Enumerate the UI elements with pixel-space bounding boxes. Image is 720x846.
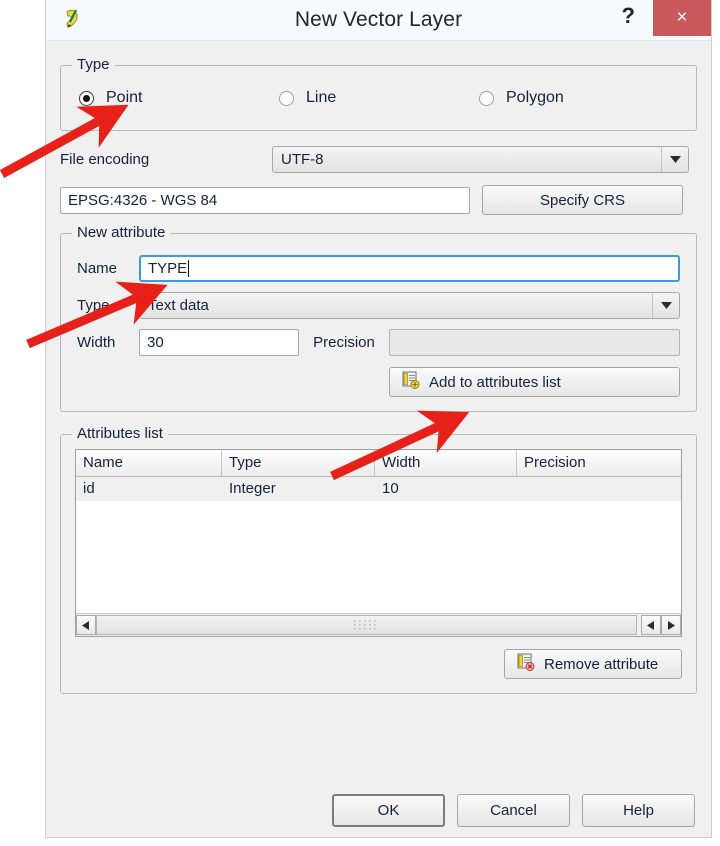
file-encoding-value: UTF-8 [281, 151, 324, 168]
title-bar: New Vector Layer ? × [46, 0, 711, 41]
specify-crs-label: Specify CRS [539, 191, 626, 209]
titlebar-help-button[interactable]: ? [622, 3, 635, 29]
remove-attribute-button[interactable]: Remove attribute [504, 649, 682, 679]
radio-line-label: Line [306, 89, 337, 106]
radio-point[interactable]: Point [79, 89, 279, 107]
attribute-precision-label: Precision [313, 334, 375, 351]
close-button[interactable]: × [653, 0, 711, 36]
dialog-footer: OK Cancel Help [46, 794, 711, 827]
remove-attribute-icon [517, 653, 535, 675]
column-header-name[interactable]: Name [76, 450, 222, 476]
type-group-legend: Type [72, 56, 115, 73]
radio-polygon[interactable]: Polygon [479, 89, 564, 107]
horizontal-scrollbar[interactable] [76, 613, 681, 636]
radio-line-indicator[interactable] [279, 90, 294, 106]
type-radio-row: Point Line Polygon [61, 66, 696, 130]
column-header-width[interactable]: Width [375, 450, 517, 476]
window-title: New Vector Layer [294, 8, 463, 31]
attribute-width-row: Width 30 Precision [77, 329, 680, 356]
attribute-name-row: Name TYPE [77, 255, 680, 282]
attribute-type-value: Text data [148, 297, 209, 314]
attribute-name-input[interactable]: TYPE [139, 255, 680, 282]
cancel-button-label: Cancel [490, 802, 537, 819]
add-attribute-icon [402, 371, 420, 393]
cell-precision [517, 477, 681, 501]
attribute-precision-input [389, 329, 680, 356]
attributes-list-groupbox: Attributes list Name Type Width Precisio… [60, 425, 697, 694]
radio-point-indicator[interactable] [79, 90, 94, 106]
table-header-row: Name Type Width Precision [76, 450, 681, 477]
scroll-left-arrow-icon[interactable] [76, 615, 96, 635]
grip-dots-icon [353, 620, 376, 630]
cell-width: 10 [382, 480, 399, 497]
file-encoding-label: File encoding [60, 151, 150, 168]
attribute-width-label: Width [77, 334, 116, 351]
crs-row: EPSG:4326 - WGS 84 Specify CRS [60, 185, 697, 215]
add-to-attributes-list-button[interactable]: Add to attributes list [389, 367, 680, 397]
attribute-width-value: 30 [147, 334, 164, 351]
attribute-name-value: TYPE [148, 260, 188, 277]
attribute-name-label: Name [77, 260, 118, 277]
remove-attribute-label: Remove attribute [544, 655, 659, 673]
radio-point-label: Point [106, 89, 143, 106]
attribute-type-combo[interactable]: Text data [139, 292, 680, 319]
text-caret [188, 260, 190, 277]
scroll-right-arrow-icon[interactable] [661, 615, 681, 635]
cell-name: id [83, 480, 95, 497]
specify-crs-button[interactable]: Specify CRS [482, 185, 683, 215]
crs-value: EPSG:4326 - WGS 84 [68, 191, 218, 209]
attribute-type-row: Type Text data [77, 292, 680, 319]
radio-polygon-label: Polygon [506, 89, 564, 106]
chevron-down-icon[interactable] [661, 147, 688, 172]
new-vector-layer-dialog: New Vector Layer ? × Type Point Line Pol… [45, 0, 712, 838]
cancel-button[interactable]: Cancel [457, 794, 570, 827]
dialog-body: Type Point Line Polygon File encoding UT… [46, 41, 711, 694]
help-button[interactable]: Help [582, 794, 695, 827]
scroll-step-left-arrow-icon[interactable] [641, 615, 661, 635]
remove-attribute-row: Remove attribute [75, 649, 682, 679]
help-button-label: Help [623, 802, 654, 819]
chevron-down-icon[interactable] [652, 293, 679, 318]
attributes-table[interactable]: Name Type Width Precision id Integer 10 [75, 449, 682, 637]
ok-button-label: OK [377, 802, 400, 819]
attribute-type-label: Type [77, 297, 110, 314]
scrollbar-track[interactable] [96, 615, 637, 635]
attributes-list-legend: Attributes list [72, 425, 168, 442]
attribute-width-input[interactable]: 30 [139, 329, 299, 356]
table-row[interactable]: id Integer 10 [76, 477, 681, 501]
radio-line[interactable]: Line [279, 89, 479, 107]
radio-polygon-indicator[interactable] [479, 90, 494, 106]
add-attribute-row: Add to attributes list [77, 367, 680, 397]
add-to-attributes-list-label: Add to attributes list [429, 373, 561, 391]
cell-type: Integer [229, 480, 276, 497]
column-header-type[interactable]: Type [222, 450, 375, 476]
type-groupbox: Type Point Line Polygon [60, 56, 697, 131]
new-attribute-legend: New attribute [72, 224, 171, 241]
ok-button[interactable]: OK [332, 794, 445, 827]
new-attribute-groupbox: New attribute Name TYPE Type Text data W… [60, 224, 697, 412]
scrollbar-thumb[interactable] [96, 615, 637, 635]
crs-input[interactable]: EPSG:4326 - WGS 84 [60, 186, 470, 214]
file-encoding-row: File encoding UTF-8 [60, 146, 697, 173]
column-header-precision[interactable]: Precision [517, 450, 681, 476]
file-encoding-combo[interactable]: UTF-8 [272, 146, 689, 173]
